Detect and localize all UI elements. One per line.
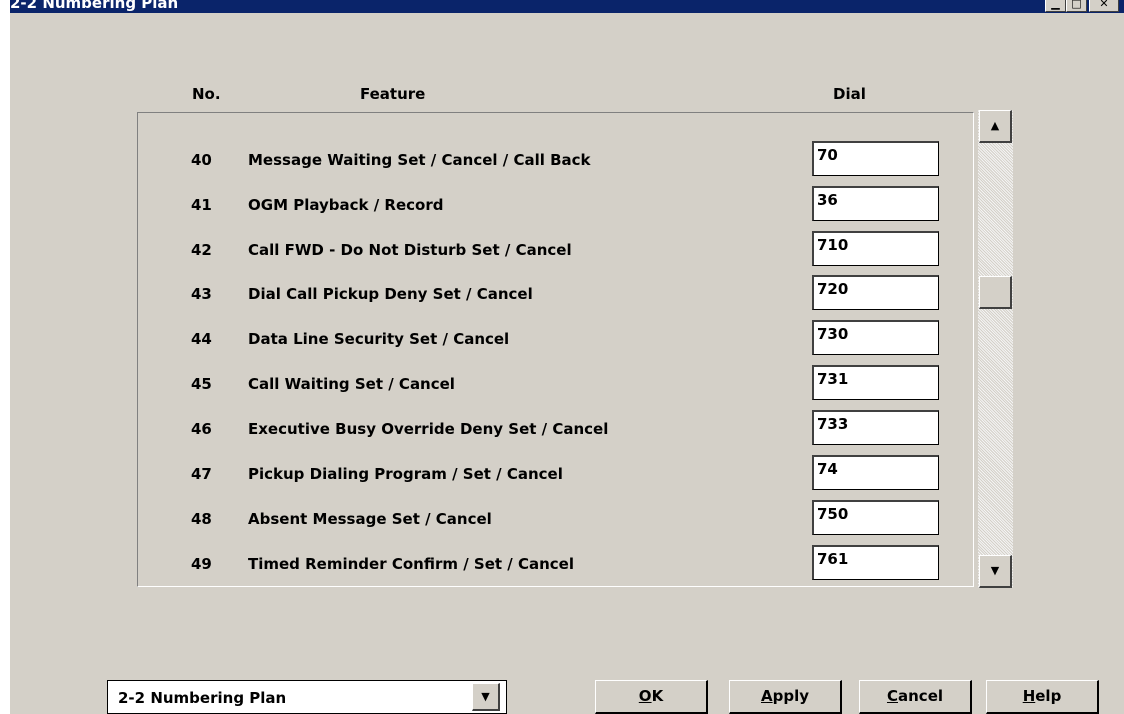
dial-input[interactable]: 733 <box>812 410 939 445</box>
dial-input[interactable]: 70 <box>812 141 939 176</box>
dial-input[interactable]: 74 <box>812 455 939 490</box>
close-button[interactable]: ✕ <box>1089 0 1119 12</box>
feature-number: 45 <box>191 375 212 393</box>
feature-number: 43 <box>191 285 212 303</box>
feature-name: Data Line Security Set / Cancel <box>248 330 510 348</box>
feature-name: OGM Playback / Record <box>248 196 444 214</box>
minimize-button[interactable]: ▁ <box>1045 0 1066 12</box>
feature-row: 43 Dial Call Pickup Deny Set / Cancel 72… <box>138 273 973 313</box>
feature-name: Call FWD - Do Not Disturb Set / Cancel <box>248 241 572 259</box>
ok-button-accel: O <box>638 687 652 705</box>
cancel-button-label: ancel <box>898 687 944 705</box>
feature-number: 46 <box>191 420 212 438</box>
ok-button[interactable]: OK <box>595 680 708 714</box>
maximize-icon: □ <box>1071 0 1082 10</box>
feature-row: 46 Executive Busy Override Deny Set / Ca… <box>138 408 973 448</box>
cancel-button[interactable]: Cancel <box>859 680 972 714</box>
help-button-label: elp <box>1035 687 1062 705</box>
feature-row: 48 Absent Message Set / Cancel 750 <box>138 498 973 538</box>
minimize-icon: ▁ <box>1051 0 1060 10</box>
feature-number: 44 <box>191 330 212 348</box>
window-title: 2-2 Numbering Plan <box>10 0 179 12</box>
scroll-up-button[interactable]: ▲ <box>979 110 1012 143</box>
page-select-value: 2-2 Numbering Plan <box>118 689 287 707</box>
dial-input[interactable]: 710 <box>812 231 939 266</box>
feature-row: 45 Call Waiting Set / Cancel 731 <box>138 363 973 403</box>
feature-name: Executive Busy Override Deny Set / Cance… <box>248 420 609 438</box>
feature-row: 41 OGM Playback / Record 36 <box>138 184 973 224</box>
scroll-thumb[interactable] <box>979 276 1012 309</box>
close-icon: ✕ <box>1099 0 1109 10</box>
dial-input[interactable]: 761 <box>812 545 939 580</box>
feature-number: 48 <box>191 510 212 528</box>
feature-row: 44 Data Line Security Set / Cancel 730 <box>138 318 973 358</box>
feature-name: Message Waiting Set / Cancel / Call Back <box>248 151 591 169</box>
scroll-down-button[interactable]: ▼ <box>979 555 1012 588</box>
feature-row: 49 Timed Reminder Confirm / Set / Cancel… <box>138 543 973 583</box>
feature-name: Call Waiting Set / Cancel <box>248 375 455 393</box>
arrow-up-icon: ▲ <box>990 119 1000 132</box>
vertical-scrollbar[interactable]: ▲ ▼ <box>978 110 1013 588</box>
column-header-no: No. <box>192 85 221 103</box>
ok-button-label: K <box>651 687 664 705</box>
dial-input[interactable]: 720 <box>812 275 939 310</box>
dial-input[interactable]: 36 <box>812 186 939 221</box>
column-header-dial: Dial <box>833 85 866 103</box>
feature-row: 42 Call FWD - Do Not Disturb Set / Cance… <box>138 229 973 269</box>
dropdown-button[interactable]: ▼ <box>472 683 500 711</box>
help-button-accel: H <box>1022 687 1036 705</box>
arrow-down-icon: ▼ <box>990 564 1000 577</box>
maximize-button[interactable]: □ <box>1066 0 1087 12</box>
feature-number: 47 <box>191 465 212 483</box>
apply-button-accel: A <box>760 687 773 705</box>
dial-input[interactable]: 750 <box>812 500 939 535</box>
page-select-dropdown[interactable]: 2-2 Numbering Plan ▼ <box>107 680 507 714</box>
numbering-plan-window: 2-2 Numbering Plan ▁ □ ✕ No. Feature Dia… <box>10 0 1124 714</box>
apply-button-label: pply <box>772 687 809 705</box>
feature-name: Dial Call Pickup Deny Set / Cancel <box>248 285 533 303</box>
chevron-down-icon: ▼ <box>481 690 490 703</box>
dial-input[interactable]: 731 <box>812 365 939 400</box>
feature-number: 49 <box>191 555 212 573</box>
apply-button[interactable]: Apply <box>729 680 842 714</box>
feature-name: Absent Message Set / Cancel <box>248 510 492 528</box>
feature-name: Timed Reminder Confirm / Set / Cancel <box>248 555 574 573</box>
feature-number: 40 <box>191 151 212 169</box>
feature-list-panel: 40 Message Waiting Set / Cancel / Call B… <box>137 112 974 587</box>
column-header-feature: Feature <box>360 85 426 103</box>
feature-number: 41 <box>191 196 212 214</box>
feature-row: 47 Pickup Dialing Program / Set / Cancel… <box>138 453 973 493</box>
cancel-button-accel: C <box>886 687 898 705</box>
feature-number: 42 <box>191 241 212 259</box>
dial-input[interactable]: 730 <box>812 320 939 355</box>
feature-row: 40 Message Waiting Set / Cancel / Call B… <box>138 139 973 179</box>
feature-name: Pickup Dialing Program / Set / Cancel <box>248 465 563 483</box>
title-bar[interactable]: 2-2 Numbering Plan ▁ □ ✕ <box>10 0 1124 13</box>
help-button[interactable]: Help <box>986 680 1099 714</box>
